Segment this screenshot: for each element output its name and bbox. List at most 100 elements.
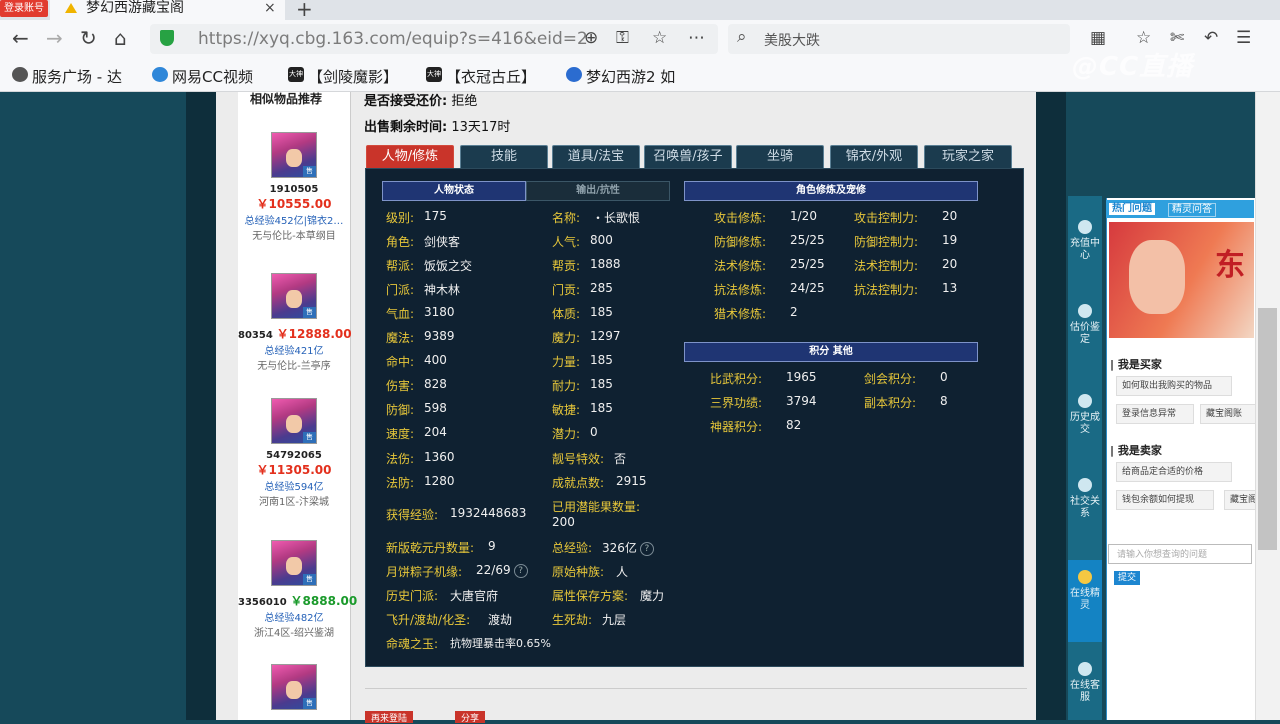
forward-icon[interactable]: → <box>46 26 63 50</box>
help-tab-faq[interactable]: 精灵问答 <box>1168 203 1216 217</box>
item-exp[interactable]: 总经验482亿 <box>238 609 350 624</box>
stat-label: 伤害: <box>386 379 415 393</box>
float-assistant[interactable]: 在线精灵 <box>1068 570 1102 612</box>
faq-item[interactable]: 如何取出我购买的物品 <box>1116 376 1232 396</box>
star-icon[interactable]: ☆ <box>652 28 667 48</box>
avatar[interactable]: 售 <box>271 664 317 710</box>
item-id: 80354 <box>238 330 273 341</box>
avatar[interactable]: 售 <box>271 398 317 444</box>
key-icon[interactable]: ⚿ <box>616 28 629 48</box>
zoom-icon[interactable]: ⊕ <box>584 28 598 48</box>
item-price: ￥11305.00 <box>256 463 332 477</box>
soul-label: 命魂之玉: <box>386 637 439 651</box>
list-item[interactable]: 售 54792065 ￥11305.00 总经验594亿 河南1区-汴梁城 <box>238 398 350 508</box>
bookmark-4[interactable]: 梦幻西游2 如 <box>586 66 675 87</box>
float-appraise[interactable]: 估价鉴定 <box>1068 304 1102 346</box>
cult-label: 防御修炼: <box>714 235 767 249</box>
point-label: 比武积分: <box>710 372 763 386</box>
tab-pets[interactable]: 召唤兽/孩子 <box>644 145 732 169</box>
paw-icon <box>566 67 582 82</box>
item-exp[interactable]: 总经验594亿 <box>238 478 350 493</box>
stat-label: 角色: <box>386 235 415 249</box>
list-item[interactable]: 售 80354 ￥12888.00 总经验421亿 无与伦比-兰亭序 <box>238 273 352 372</box>
faq-item[interactable]: 钱包余额如何提现 <box>1116 490 1214 510</box>
race-value: 人 <box>616 565 629 579</box>
bookmark-2[interactable]: 【剑陵魔影】 <box>308 66 398 87</box>
tab-active[interactable]: 梦幻西游藏宝阁 × <box>50 0 285 20</box>
point-label: 神器积分: <box>710 420 763 434</box>
point-value: 82 <box>786 418 802 432</box>
question-input[interactable]: 请输入你想查询的问题 <box>1108 544 1252 564</box>
stat-value: 285 <box>590 281 613 295</box>
tools-icon[interactable]: ✄ <box>1170 28 1184 48</box>
stat-label: 命中: <box>386 355 415 369</box>
stat-label: 门贡: <box>552 283 581 297</box>
more-icon[interactable]: ⋯ <box>688 28 705 48</box>
undo-icon[interactable]: ↶ <box>1204 28 1218 48</box>
bookmark-1[interactable]: 网易CC视频 <box>172 66 253 87</box>
promo-banner[interactable]: 东 <box>1109 222 1254 338</box>
home-icon[interactable]: ⌂ <box>114 26 127 50</box>
help-icon[interactable]: ? <box>639 541 654 556</box>
stat-value: 800 <box>590 233 613 247</box>
item-exp[interactable]: 总经验452亿|锦衣2… <box>238 212 350 227</box>
tab-character[interactable]: 人物/修炼 <box>366 145 454 169</box>
list-item[interactable]: 售 3356010 ￥8888.00 总经验482亿 浙江4区-绍兴鉴湖 <box>238 540 357 639</box>
site-logo-icon <box>65 3 77 13</box>
item-exp[interactable]: 总经验421亿 <box>238 342 350 357</box>
float-history[interactable]: 历史成交 <box>1068 394 1102 436</box>
bottom-button-1[interactable]: 分享 <box>455 711 486 724</box>
help-icon[interactable]: ? <box>513 563 528 578</box>
float-social[interactable]: 社交关系 <box>1068 478 1102 520</box>
point-value: 8 <box>940 394 948 408</box>
avatar[interactable]: 售 <box>271 273 317 319</box>
ctrl-value: 13 <box>942 281 958 295</box>
menu-icon[interactable]: ☰ <box>1236 28 1251 48</box>
output-header[interactable]: 输出/抗性 <box>526 181 670 201</box>
tab-outfits[interactable]: 锦衣/外观 <box>830 145 918 169</box>
bargain-row: 是否接受还价: 拒绝 <box>364 90 477 109</box>
tab-skills[interactable]: 技能 <box>460 145 548 169</box>
help-tab-hot[interactable]: 热门问题 <box>1109 203 1155 215</box>
faq-item[interactable]: 给商品定合适的价格 <box>1116 462 1232 482</box>
bookmark-3[interactable]: 【衣冠古丘】 <box>446 66 536 87</box>
tab-mounts[interactable]: 坐骑 <box>736 145 824 169</box>
avatar[interactable]: 售 <box>271 132 317 178</box>
stat-value: 0 <box>590 425 598 439</box>
tab-close-icon[interactable]: × <box>264 0 276 17</box>
grid-icon[interactable]: ▦ <box>1090 28 1106 48</box>
address-bar[interactable]: https://xyq.cbg.163.com/equip?s=416&eid=… <box>150 24 718 54</box>
back-icon[interactable]: ← <box>12 26 29 50</box>
stat-label: 防御: <box>386 403 415 417</box>
list-item[interactable]: 售 1910505 ￥10555.00 总经验452亿|锦衣2… 无与伦比-本草… <box>238 132 350 242</box>
stat-value: ・长歌恨 <box>592 211 641 225</box>
item-price: ￥10555.00 <box>256 197 332 211</box>
bottom-button-0[interactable]: 再来登陆 <box>365 711 414 724</box>
new-tab-icon[interactable]: + <box>296 0 313 21</box>
submit-button[interactable]: 提交 <box>1114 571 1140 585</box>
float-recharge[interactable]: 充值中心 <box>1068 220 1102 262</box>
ctrl-label: 防御控制力: <box>854 235 919 249</box>
reload-icon[interactable]: ↻ <box>80 26 97 50</box>
item-server: 河南1区-汴梁城 <box>259 497 329 508</box>
search-box[interactable]: ⌕ 美股大跌 <box>728 24 1070 54</box>
faq-item[interactable]: 登录信息异常 <box>1116 404 1194 424</box>
sidebar-title: 相似物品推荐 <box>250 92 323 106</box>
stat-label: 门派: <box>386 283 415 297</box>
char-status-header[interactable]: 人物状态 <box>382 181 526 201</box>
tab-home[interactable]: 玩家之家 <box>924 145 1012 169</box>
avatar[interactable]: 售 <box>271 540 317 586</box>
stat-label: 气血: <box>386 307 415 321</box>
mooncake-label: 月饼粽子机缘: <box>386 565 463 579</box>
faq-item[interactable]: 藏宝阁账 <box>1200 404 1256 424</box>
favorites-icon[interactable]: ☆ <box>1136 28 1151 48</box>
faq-item[interactable]: 藏宝阁 <box>1224 490 1256 510</box>
assistant-icon <box>1078 570 1092 584</box>
tab-items[interactable]: 道具/法宝 <box>552 145 640 169</box>
bookmark-0[interactable]: 服务广场 - 达 <box>32 66 122 87</box>
dashen-icon: 大神 <box>288 67 304 82</box>
float-service[interactable]: 在线客服 <box>1068 662 1102 704</box>
scrollbar-thumb[interactable] <box>1258 308 1277 550</box>
stat-value: 175 <box>424 209 447 223</box>
login-badge[interactable]: 登录账号 <box>0 0 48 17</box>
